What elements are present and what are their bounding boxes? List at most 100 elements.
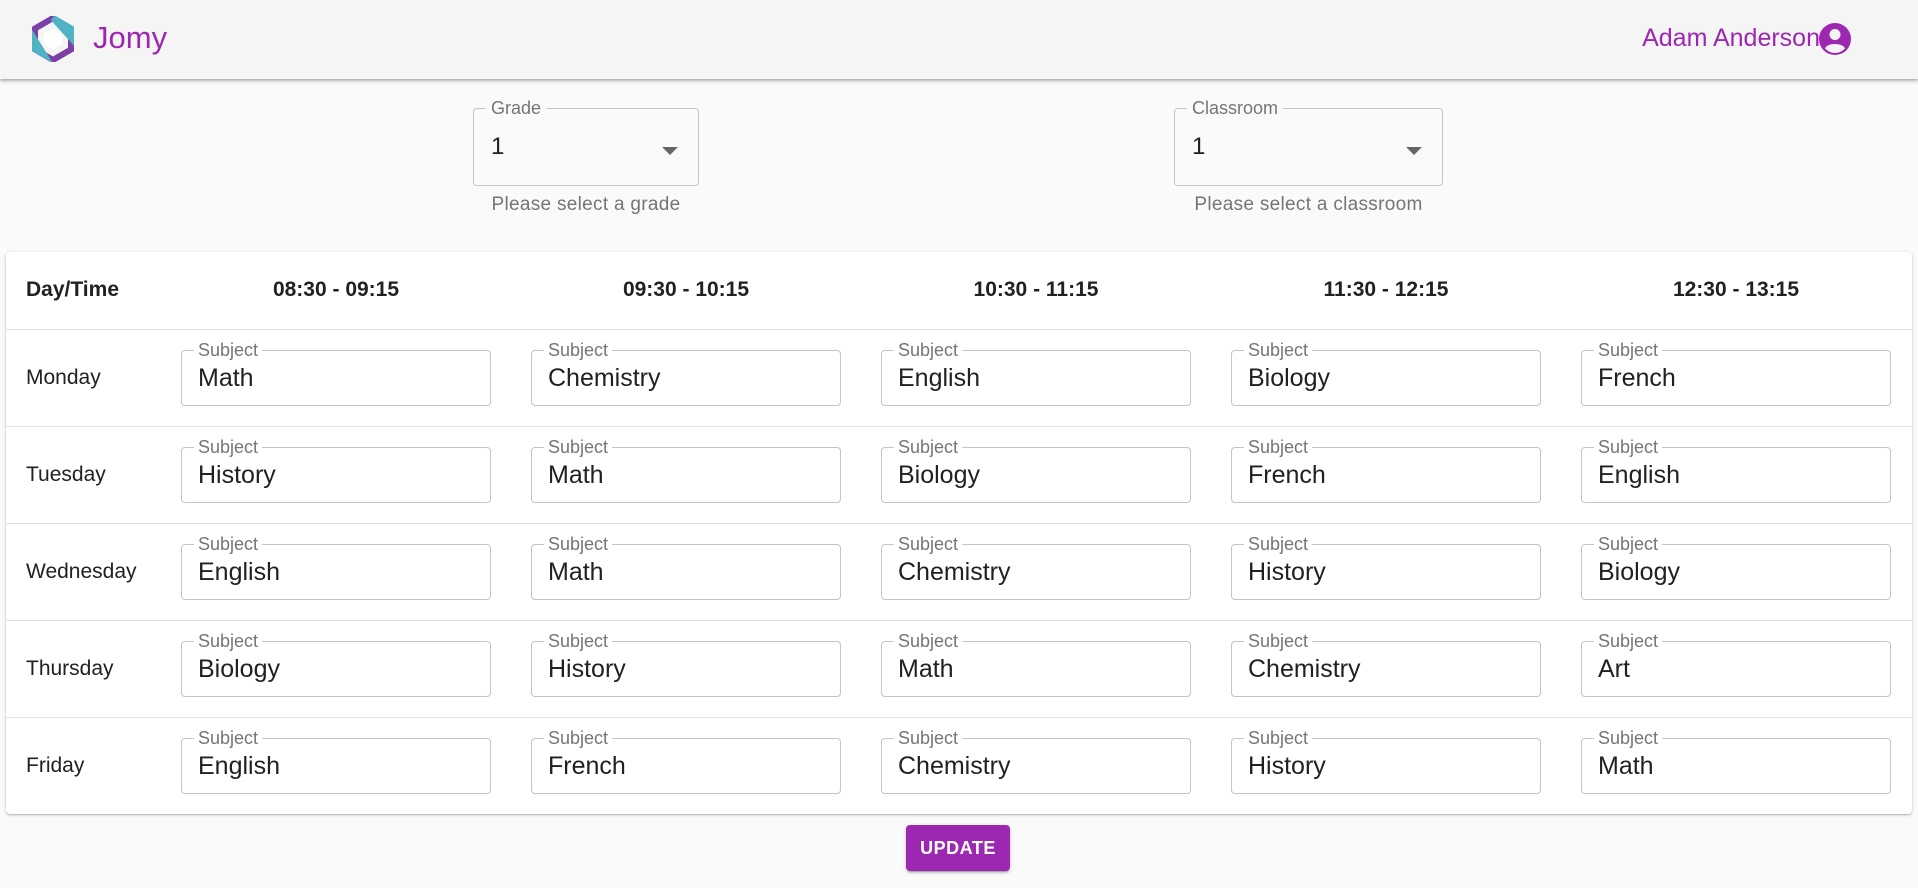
time-slot-header: 10:30 - 11:15: [973, 278, 1099, 301]
subject-field[interactable]: Subject English: [181, 534, 491, 600]
subject-field[interactable]: Subject Chemistry: [881, 534, 1191, 600]
subject-field-value: Chemistry: [1248, 655, 1361, 683]
subject-field[interactable]: Subject Biology: [881, 437, 1191, 503]
subject-field-value: Art: [1598, 655, 1630, 683]
subject-field-label: Subject: [544, 340, 613, 360]
subject-field[interactable]: Subject History: [181, 437, 491, 503]
subject-field[interactable]: Subject French: [1231, 437, 1541, 503]
subject-field-value: History: [198, 461, 276, 489]
grade-helper-text: Please select a grade: [491, 194, 681, 215]
subject-field-value: Math: [1598, 752, 1654, 780]
subject-field[interactable]: Subject Biology: [1581, 534, 1891, 600]
subject-field[interactable]: Subject English: [1581, 437, 1891, 503]
grade-select-value: 1: [491, 133, 505, 160]
subject-field-label: Subject: [1594, 631, 1663, 651]
schedule-row-thursday: Thursday Subject Biology Subject History S…: [6, 621, 1912, 718]
subject-field-value: Biology: [198, 655, 280, 683]
subject-field[interactable]: Subject Math: [531, 534, 841, 600]
subject-field-label: Subject: [1594, 534, 1663, 554]
day-label: Thursday: [26, 657, 114, 680]
subject-field-value: Biology: [1598, 558, 1680, 586]
day-label: Tuesday: [26, 463, 106, 486]
subject-field-label: Subject: [1594, 728, 1663, 748]
subject-field[interactable]: Subject Math: [531, 437, 841, 503]
grade-select-label: Grade: [486, 98, 547, 119]
classroom-select-value: 1: [1192, 133, 1206, 160]
day-label: Monday: [26, 366, 101, 389]
subject-field[interactable]: Subject Math: [881, 631, 1191, 697]
day-label: Wednesday: [26, 560, 137, 583]
dropdown-caret-icon: [1406, 147, 1422, 155]
dropdown-caret-icon: [662, 147, 678, 155]
day-time-header: Day/Time: [26, 278, 119, 301]
account-circle-icon[interactable]: [1818, 22, 1852, 56]
schedule-row-tuesday: Tuesday Subject History Subject Math Subje…: [6, 427, 1912, 524]
subject-field-value: English: [898, 364, 980, 392]
subject-field[interactable]: Subject Chemistry: [881, 728, 1191, 794]
subject-field[interactable]: Subject History: [1231, 534, 1541, 600]
subject-field[interactable]: Subject English: [181, 728, 491, 794]
subject-field-label: Subject: [1244, 631, 1313, 651]
user-name[interactable]: Adam Anderson: [1642, 24, 1820, 53]
subject-field-value: Math: [548, 461, 604, 489]
subject-field-label: Subject: [544, 728, 613, 748]
subject-field-value: English: [1598, 461, 1680, 489]
subject-field-value: Math: [198, 364, 254, 392]
subject-field[interactable]: Subject Chemistry: [531, 340, 841, 406]
subject-field-label: Subject: [1244, 340, 1313, 360]
subject-field-value: French: [1598, 364, 1676, 392]
classroom-select-group: Classroom 1 Please select a classroom: [1174, 98, 1443, 216]
subject-field-label: Subject: [894, 728, 963, 748]
subject-field-label: Subject: [194, 728, 263, 748]
subject-field-label: Subject: [894, 437, 963, 457]
grade-select[interactable]: Grade 1: [473, 98, 699, 186]
timetable: Day/Time 08:30 - 09:15 09:30 - 10:15 10:…: [6, 252, 1912, 814]
subject-field-value: Biology: [898, 461, 980, 489]
subject-field-label: Subject: [894, 534, 963, 554]
time-slot-header: 09:30 - 10:15: [622, 278, 750, 301]
subject-field-label: Subject: [894, 340, 963, 360]
update-button[interactable]: UPDATE: [906, 825, 1010, 871]
subject-field-label: Subject: [894, 631, 963, 651]
day-label: Friday: [26, 754, 85, 777]
schedule-row-monday: Monday Subject Math Subject Chemistry Subj…: [6, 330, 1912, 427]
subject-field-label: Subject: [1244, 534, 1313, 554]
subject-field-label: Subject: [194, 631, 263, 651]
subject-field[interactable]: Subject French: [531, 728, 841, 794]
timetable-header: Day/Time 08:30 - 09:15 09:30 - 10:15 10:…: [6, 252, 1912, 330]
subject-field-label: Subject: [1244, 728, 1313, 748]
subject-field-value: Math: [898, 655, 954, 683]
classroom-select[interactable]: Classroom 1: [1174, 98, 1443, 186]
subject-field-label: Subject: [544, 534, 613, 554]
subject-field-value: History: [1248, 752, 1326, 780]
subject-field[interactable]: Subject History: [531, 631, 841, 697]
subject-field-value: Chemistry: [898, 752, 1011, 780]
subject-field-value: History: [548, 655, 626, 683]
time-slot-header: 08:30 - 09:15: [272, 278, 400, 301]
subject-field-label: Subject: [544, 437, 613, 457]
subject-field-value: History: [1248, 558, 1326, 586]
subject-field[interactable]: Subject English: [881, 340, 1191, 406]
subject-field-label: Subject: [194, 437, 263, 457]
schedule-row-wednesday: Wednesday Subject English Subject Math Sub…: [6, 524, 1912, 621]
app-bar: Jomy Adam Anderson: [0, 0, 1918, 79]
subject-field-value: English: [198, 752, 280, 780]
subject-field[interactable]: Subject Math: [1581, 728, 1891, 794]
subject-field[interactable]: Subject French: [1581, 340, 1891, 406]
subject-field-label: Subject: [1594, 340, 1663, 360]
subject-field-value: Biology: [1248, 364, 1330, 392]
subject-field[interactable]: Subject History: [1231, 728, 1541, 794]
subject-field-label: Subject: [1594, 437, 1663, 457]
subject-field[interactable]: Subject Art: [1581, 631, 1891, 697]
subject-field[interactable]: Subject Chemistry: [1231, 631, 1541, 697]
subject-field-label: Subject: [194, 534, 263, 554]
subject-field-label: Subject: [194, 340, 263, 360]
subject-field-label: Subject: [544, 631, 613, 651]
subject-field[interactable]: Subject Biology: [181, 631, 491, 697]
schedule-row-friday: Friday Subject English Subject French Subj…: [6, 718, 1912, 815]
jomy-logo-icon[interactable]: [30, 16, 76, 62]
brand-name[interactable]: Jomy: [93, 20, 167, 56]
subject-field[interactable]: Subject Math: [181, 340, 491, 406]
subject-field[interactable]: Subject Biology: [1231, 340, 1541, 406]
subject-field-value: Math: [548, 558, 604, 586]
